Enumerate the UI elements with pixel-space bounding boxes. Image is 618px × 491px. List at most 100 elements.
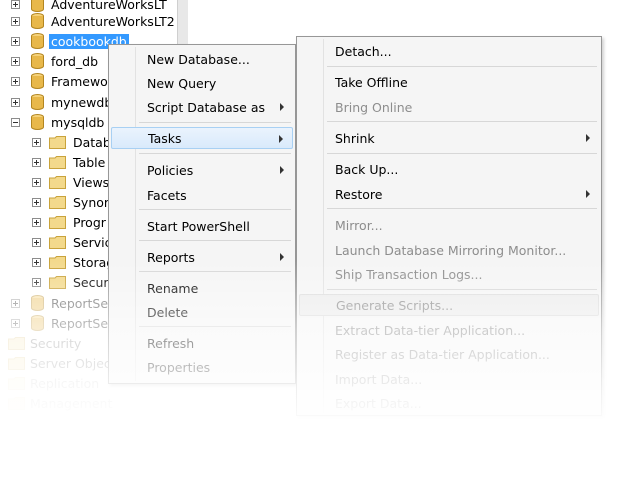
menu-separator bbox=[139, 209, 291, 210]
folder-icon bbox=[8, 337, 25, 350]
folder-icon bbox=[49, 256, 66, 269]
tree-node-label: Servic bbox=[73, 234, 112, 250]
menu-item-detach[interactable]: Detach... bbox=[299, 40, 599, 62]
expand-plus-icon[interactable] bbox=[32, 238, 41, 247]
tree-node-label: Replication bbox=[30, 375, 100, 391]
expand-plus-icon[interactable] bbox=[11, 0, 20, 9]
database-icon bbox=[31, 315, 44, 331]
database-icon bbox=[31, 73, 44, 89]
tree-node-label: Security bbox=[30, 335, 82, 351]
menu-item-restore[interactable]: Restore bbox=[299, 183, 599, 205]
menu-separator bbox=[139, 122, 291, 123]
folder-icon bbox=[8, 377, 25, 390]
menu-item-script-database-as[interactable]: Script Database as bbox=[111, 96, 293, 118]
database-icon bbox=[31, 13, 44, 29]
menu-separator bbox=[139, 153, 291, 154]
menu-item-policies[interactable]: Policies bbox=[111, 159, 293, 181]
menu-separator bbox=[327, 153, 597, 154]
expand-plus-icon[interactable] bbox=[11, 37, 20, 46]
database-icon bbox=[31, 295, 44, 311]
menu-item-generate-scripts[interactable]: Generate Scripts... bbox=[299, 294, 599, 316]
menu-item-rename[interactable]: Rename bbox=[111, 277, 293, 299]
submenu-arrow-icon bbox=[280, 166, 284, 174]
expand-plus-icon[interactable] bbox=[11, 57, 20, 66]
menu-separator bbox=[139, 240, 291, 241]
menu-separator bbox=[139, 326, 291, 327]
menu-item-mirror[interactable]: Mirror... bbox=[299, 214, 599, 236]
expand-plus-icon[interactable] bbox=[32, 158, 41, 167]
folder-icon bbox=[49, 276, 66, 289]
tree-node-label: Table bbox=[73, 154, 106, 170]
menu-item-properties[interactable]: Properties bbox=[111, 356, 293, 378]
folder-icon bbox=[49, 196, 66, 209]
tree-node-label: Progr bbox=[73, 214, 106, 230]
tree-node-label: mynewdb bbox=[51, 94, 113, 110]
tree-node-label: Views bbox=[73, 174, 110, 190]
menu-item-import-data[interactable]: Import Data... bbox=[299, 368, 599, 390]
tree-node-label: Synor bbox=[73, 194, 110, 210]
menu-separator bbox=[327, 121, 597, 122]
menu-separator bbox=[327, 66, 597, 67]
menu-item-ship-transaction-logs[interactable]: Ship Transaction Logs... bbox=[299, 263, 599, 285]
submenu-arrow-icon bbox=[280, 103, 284, 111]
menu-item-export-data[interactable]: Export Data... bbox=[299, 392, 599, 414]
menu-item-shrink[interactable]: Shrink bbox=[299, 127, 599, 149]
menu-item-back-up[interactable]: Back Up... bbox=[299, 158, 599, 180]
menu-item-new-database[interactable]: New Database... bbox=[111, 48, 293, 70]
expand-plus-icon[interactable] bbox=[32, 218, 41, 227]
expand-plus-icon[interactable] bbox=[11, 17, 20, 26]
menu-separator bbox=[327, 289, 597, 290]
expand-plus-icon[interactable] bbox=[32, 258, 41, 267]
expand-plus-icon[interactable] bbox=[32, 138, 41, 147]
tree-node-label: Framewo bbox=[51, 73, 108, 89]
database-icon bbox=[31, 94, 44, 110]
expand-plus-icon[interactable] bbox=[32, 198, 41, 207]
submenu-arrow-icon bbox=[586, 134, 590, 142]
folder-icon bbox=[8, 397, 25, 410]
folder-icon bbox=[49, 136, 66, 149]
expand-plus-icon[interactable] bbox=[11, 77, 20, 86]
tree-node-label: ReportSer bbox=[51, 315, 114, 331]
menu-item-new-query[interactable]: New Query bbox=[111, 72, 293, 94]
tree-node-label: AdventureWorksLT bbox=[51, 0, 167, 12]
database-icon bbox=[31, 0, 44, 12]
menu-item-facets[interactable]: Facets bbox=[111, 184, 293, 206]
menu-item-refresh[interactable]: Refresh bbox=[111, 332, 293, 354]
tree-node-label: Server Object bbox=[30, 355, 116, 371]
expand-plus-icon[interactable] bbox=[11, 319, 20, 328]
menu-item-reports[interactable]: Reports bbox=[111, 246, 293, 268]
collapse-minus-icon[interactable] bbox=[11, 118, 20, 127]
database-icon bbox=[31, 33, 44, 49]
tree-node-label: ReportSer bbox=[51, 295, 114, 311]
menu-item-take-offline[interactable]: Take Offline bbox=[299, 71, 599, 93]
submenu-arrow-icon bbox=[279, 135, 283, 143]
menu-item-bring-online[interactable]: Bring Online bbox=[299, 96, 599, 118]
tree-node-label: Datab bbox=[73, 134, 111, 150]
expand-plus-icon[interactable] bbox=[11, 98, 20, 107]
menu-item-start-powershell[interactable]: Start PowerShell bbox=[111, 215, 293, 237]
menu-item-tasks[interactable]: Tasks bbox=[111, 127, 293, 149]
folder-icon bbox=[49, 156, 66, 169]
database-icon bbox=[31, 114, 44, 130]
menu-item-delete[interactable]: Delete bbox=[111, 301, 293, 323]
menu-item-launch-mirroring-monitor[interactable]: Launch Database Mirroring Monitor... bbox=[299, 239, 599, 261]
tasks-submenu: Detach... Take Offline Bring Online Shri… bbox=[296, 36, 602, 416]
menu-item-extract-data-tier[interactable]: Extract Data-tier Application... bbox=[299, 319, 599, 341]
expand-plus-icon[interactable] bbox=[11, 299, 20, 308]
tree-node-label: AdventureWorksLT2 bbox=[51, 13, 175, 29]
tree-node-label: ford_db bbox=[51, 53, 99, 69]
tree-node-label: Management bbox=[30, 395, 113, 411]
tree-node-label: mysqldb bbox=[51, 114, 105, 130]
expand-plus-icon[interactable] bbox=[32, 278, 41, 287]
menu-separator bbox=[139, 271, 291, 272]
expand-plus-icon[interactable] bbox=[32, 178, 41, 187]
tree-node-label: Secur bbox=[73, 274, 109, 290]
context-menu: New Database... New Query Script Databas… bbox=[108, 44, 296, 384]
folder-icon bbox=[49, 236, 66, 249]
menu-separator bbox=[327, 208, 597, 209]
submenu-arrow-icon bbox=[280, 253, 284, 261]
submenu-arrow-icon bbox=[586, 190, 590, 198]
menu-item-register-data-tier[interactable]: Register as Data-tier Application... bbox=[299, 343, 599, 365]
folder-icon bbox=[49, 176, 66, 189]
folder-icon bbox=[8, 357, 25, 370]
